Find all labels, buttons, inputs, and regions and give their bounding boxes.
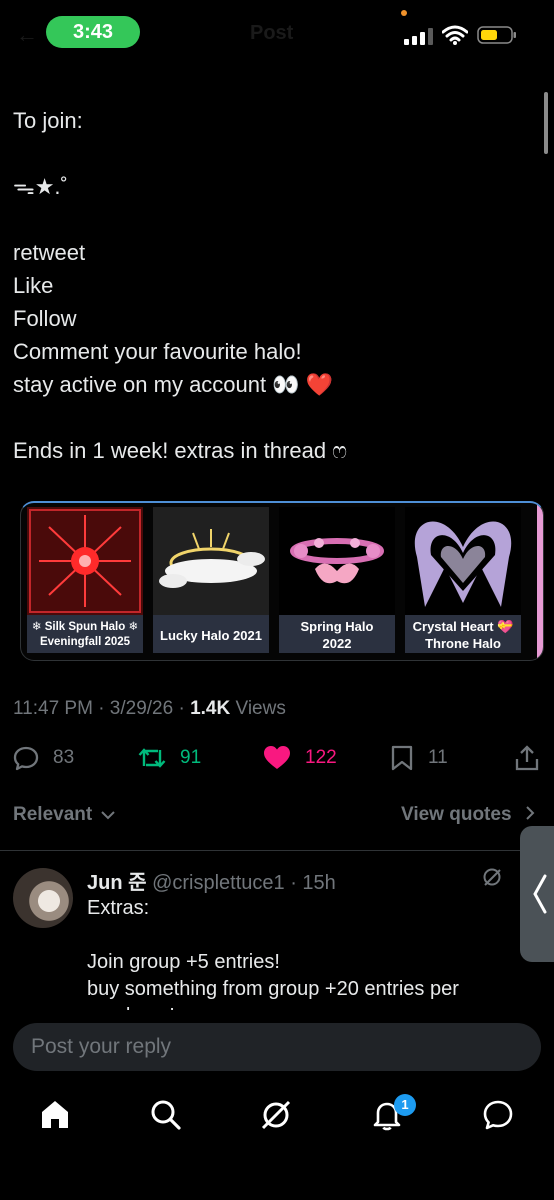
tweet-line-text: stay active on my account 👀	[13, 372, 300, 397]
reply-author: Jun 준 @crisplettuce1 · 15h	[87, 866, 336, 895]
bookmark-button[interactable]: 11	[390, 738, 448, 778]
battery-icon	[477, 26, 516, 44]
heart-emoji: ❤️	[305, 372, 334, 397]
page-title: Post	[250, 22, 294, 44]
tweet-time: 11:47 PM · 3/29/26 ·	[13, 698, 191, 719]
search-icon[interactable]	[149, 1098, 183, 1132]
tweet-line: Ends in 1 week! extras in thread ෆ	[13, 438, 348, 463]
chevron-right-icon	[526, 806, 535, 820]
views-label: Views	[230, 698, 286, 719]
retweet-count: 91	[180, 747, 202, 768]
heart-filled-icon	[264, 746, 290, 769]
media-caption: ❄ Silk Spun Halo ❄ Eveningfall 2025	[31, 621, 139, 648]
reply-icon	[13, 746, 39, 771]
notification-badge: 1	[394, 1094, 416, 1116]
tweet-line: ᯓ★.˚	[13, 174, 68, 199]
red-halo-image	[27, 507, 143, 615]
status-time: 3:43	[46, 16, 140, 48]
status-bar: ← 3:43 Post	[0, 0, 554, 70]
media-caption: Lucky Halo 2021	[160, 627, 262, 643]
tweet-actions: 83 91 122 11	[0, 738, 554, 778]
divider	[0, 850, 554, 851]
share-button[interactable]	[514, 738, 554, 778]
tweet-line: retweet	[13, 240, 86, 265]
media-card: ❄ Silk Spun Halo ❄ Eveningfall 2025	[27, 507, 143, 653]
reply-count: 83	[53, 747, 75, 768]
share-icon	[515, 745, 539, 771]
back-arrow-icon[interactable]: ←	[16, 22, 38, 48]
bookmark-count: 11	[428, 747, 448, 768]
retweet-icon	[138, 748, 166, 768]
crystal-heart-halo-image	[405, 507, 521, 615]
home-icon[interactable]	[38, 1098, 72, 1132]
like-count: 122	[305, 747, 337, 768]
scrollbar[interactable]	[544, 92, 548, 154]
bookmark-icon	[391, 745, 413, 771]
views-count: 1.4K	[190, 698, 231, 719]
tweet-media-image[interactable]: ❄ Silk Spun Halo ❄ Eveningfall 2025 Luck…	[20, 501, 544, 661]
media-card: Lucky Halo 2021	[153, 507, 269, 653]
media-card: Crystal Heart 💝 Throne Halo	[405, 507, 521, 653]
chevron-left-icon	[533, 874, 547, 914]
tweet-line: Comment your favourite halo!	[13, 339, 302, 364]
cellular-signal-icon	[404, 28, 433, 45]
sort-replies-dropdown[interactable]: Relevant	[13, 804, 116, 826]
like-button[interactable]: 122	[263, 738, 337, 778]
privacy-indicator-dot	[401, 10, 407, 16]
wifi-icon	[442, 25, 468, 45]
view-quotes-label: View quotes	[401, 804, 512, 825]
sort-label: Relevant	[13, 804, 93, 825]
media-card: Spring Halo 2022	[279, 507, 395, 653]
tweet-line: Like	[13, 273, 54, 298]
media-caption: Crystal Heart 💝 Throne Halo	[412, 619, 514, 651]
reply-author-name[interactable]: Jun 준	[87, 872, 147, 894]
reply-input-placeholder: Post your reply	[31, 1035, 172, 1058]
tweet-line: stay active on my account 👀 ❤️	[13, 368, 533, 401]
chevron-down-icon	[101, 811, 116, 820]
tweet-line: To join:	[13, 108, 83, 133]
tweet-line: Follow	[13, 306, 77, 331]
gold-halo-image	[153, 507, 269, 615]
reply-author-handle-time: @crisplettuce1 · 15h	[146, 872, 336, 894]
tweet-timestamp-views: 11:47 PM · 3/29/26 · 1.4K Views	[13, 698, 286, 720]
retweet-button[interactable]: 91	[138, 738, 201, 778]
reply-line: Extras:	[87, 897, 150, 919]
view-quotes-link[interactable]: View quotes	[401, 804, 535, 826]
side-panel-handle[interactable]	[520, 826, 554, 962]
grok-icon[interactable]	[482, 867, 502, 887]
reply-button[interactable]: 83	[13, 738, 74, 778]
media-caption: Spring Halo 2022	[300, 619, 374, 651]
grok-icon[interactable]	[259, 1098, 293, 1132]
reply-line: Join group +5 entries!	[87, 951, 280, 973]
tweet-text: To join: ᯓ★.˚ retweet Like Follow Commen…	[13, 104, 533, 467]
messages-icon[interactable]	[481, 1098, 515, 1132]
media-next-edge	[537, 503, 543, 660]
reply-line: buy something from group +20 entries per	[87, 978, 459, 1000]
reply-input[interactable]: Post your reply	[13, 1023, 541, 1071]
spring-halo-image	[279, 507, 395, 615]
avatar[interactable]	[13, 868, 73, 928]
